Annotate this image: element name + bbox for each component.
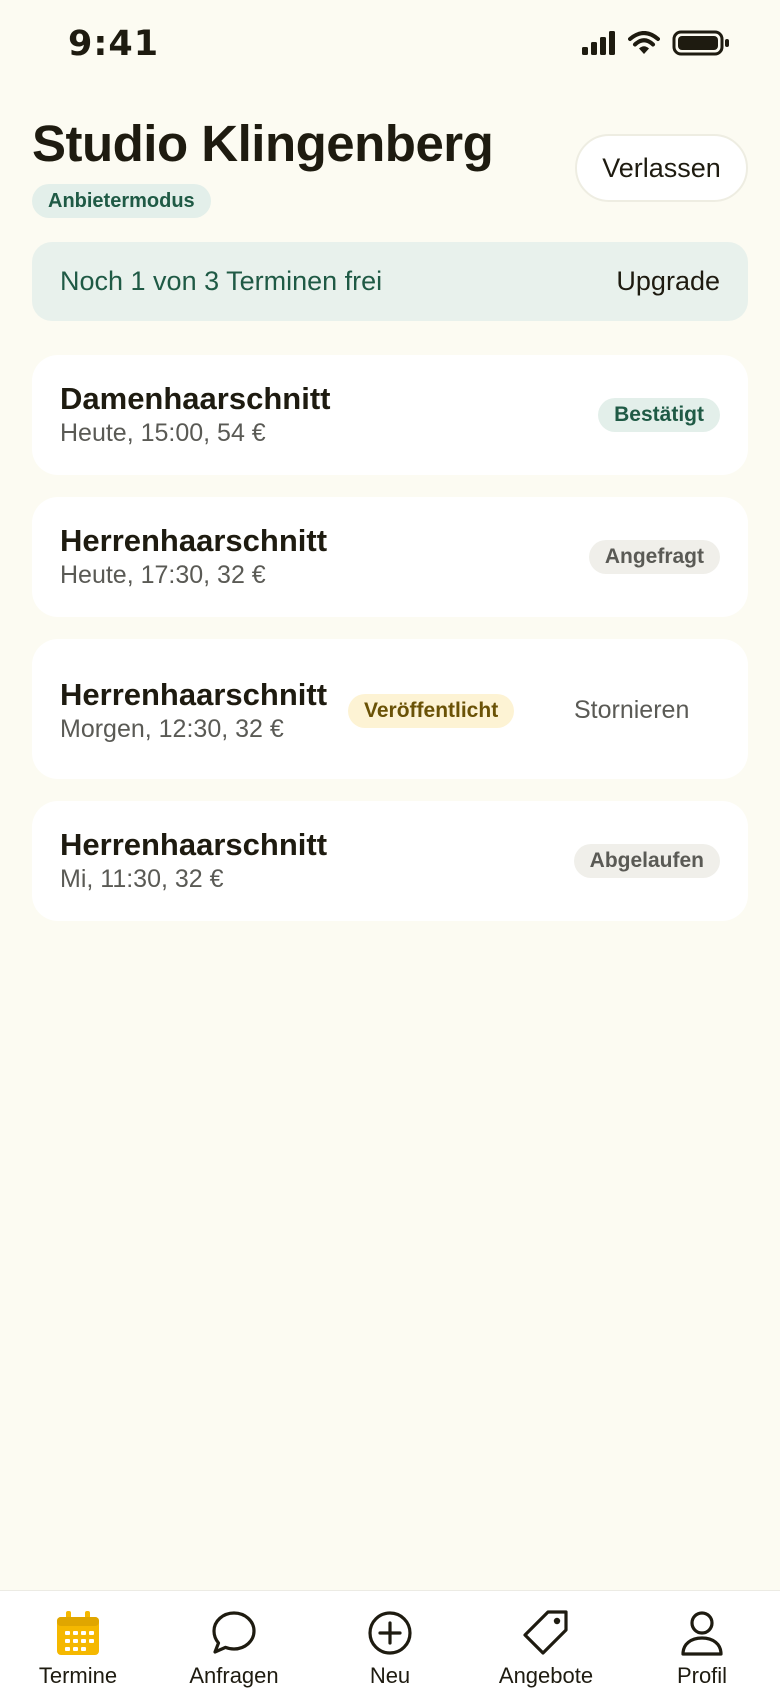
upgrade-button[interactable]: Upgrade bbox=[616, 242, 720, 321]
wifi-icon bbox=[628, 31, 660, 54]
person-icon bbox=[681, 1611, 723, 1656]
tag-icon bbox=[523, 1610, 568, 1655]
status-time: 9:41 bbox=[68, 24, 160, 64]
status-badge: Veröffentlicht bbox=[348, 694, 515, 728]
status-badge: Bestätigt bbox=[598, 398, 720, 432]
cancel-button[interactable]: Stornieren bbox=[574, 696, 689, 725]
tab-neu[interactable]: Neu bbox=[312, 1591, 468, 1688]
appointment-details: Heute, 17:30, 32 € bbox=[60, 561, 266, 589]
tab-termine[interactable]: Termine bbox=[0, 1591, 156, 1688]
tab-label: Profil bbox=[676, 1663, 728, 1688]
tab-label: Neu bbox=[369, 1663, 411, 1688]
appointment-card[interactable]: Herrenhaarschnitt Mi, 11:30, 32 € Abgela… bbox=[32, 801, 748, 921]
calendar-icon bbox=[57, 1611, 99, 1655]
status-badge: Abgelaufen bbox=[573, 844, 720, 878]
appointment-card[interactable]: Damenhaarschnitt Heute, 15:00, 54 € Best… bbox=[32, 355, 748, 475]
appointment-details: Mi, 11:30, 32 € bbox=[60, 865, 224, 893]
page-title: Studio Klingenberg bbox=[32, 115, 494, 172]
battery-icon bbox=[672, 30, 729, 56]
appointment-title: Herrenhaarschnitt bbox=[60, 827, 328, 862]
appointment-details: Heute, 15:00, 54 € bbox=[60, 419, 266, 447]
provider-mode-badge: Anbietermodus bbox=[32, 184, 211, 218]
tab-angebote[interactable]: Angebote bbox=[468, 1591, 624, 1688]
plus-circle-icon bbox=[368, 1611, 412, 1655]
tab-anfragen[interactable]: Anfragen bbox=[156, 1591, 312, 1688]
appointment-title: Herrenhaarschnitt bbox=[60, 523, 328, 558]
chat-bubble-icon bbox=[212, 1611, 256, 1654]
tab-profil[interactable]: Profil bbox=[624, 1591, 780, 1688]
tab-bar: Termine Anfragen Neu Angebote Profil bbox=[0, 1590, 780, 1688]
status-bar: 9:41 bbox=[0, 0, 780, 96]
appointment-details: Morgen, 12:30, 32 € bbox=[60, 715, 284, 743]
tab-label: Anfragen bbox=[189, 1663, 279, 1688]
appointment-card[interactable]: Herrenhaarschnitt Morgen, 12:30, 32 € Ve… bbox=[32, 639, 748, 779]
quota-text: Noch 1 von 3 Terminen frei bbox=[60, 266, 383, 296]
status-icons bbox=[582, 30, 730, 56]
status-badge: Angefragt bbox=[588, 540, 720, 574]
signal-icon bbox=[582, 31, 615, 55]
provider-appointments-screen: 9:41 Studio Klingenberg Anbietermodus Ve… bbox=[0, 0, 780, 1688]
appointment-card[interactable]: Herrenhaarschnitt Heute, 17:30, 32 € Ang… bbox=[32, 497, 748, 617]
tab-label: Angebote bbox=[498, 1663, 594, 1688]
quota-banner: Noch 1 von 3 Terminen frei Upgrade bbox=[32, 242, 748, 321]
tab-label: Termine bbox=[38, 1663, 118, 1688]
appointment-title: Damenhaarschnitt bbox=[60, 381, 331, 416]
appointment-title: Herrenhaarschnitt bbox=[60, 677, 328, 712]
leave-button[interactable]: Verlassen bbox=[575, 134, 748, 202]
